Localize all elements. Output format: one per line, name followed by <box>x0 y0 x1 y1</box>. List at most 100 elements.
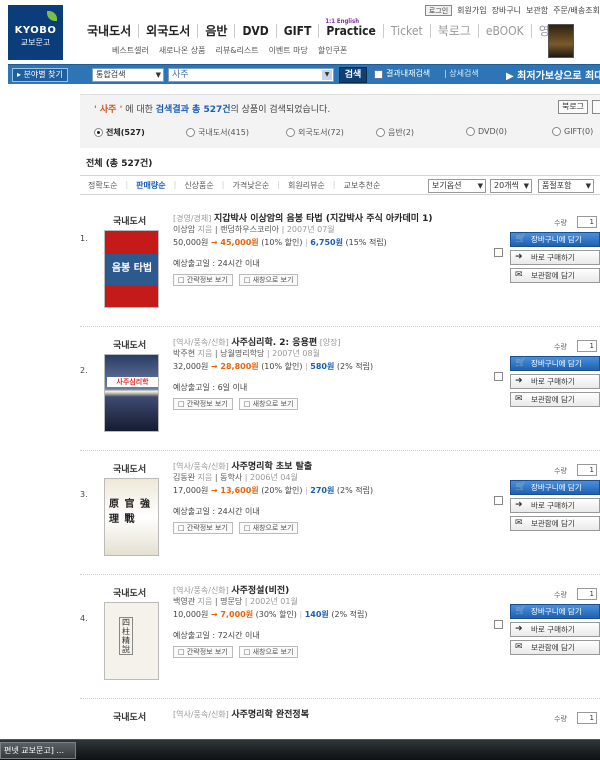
buy-now-button[interactable]: ➜ 바로 구매하기 <box>510 622 600 637</box>
sort-accuracy[interactable]: 정확도순 <box>88 180 117 191</box>
select-checkbox[interactable] <box>494 248 503 257</box>
add-to-cart-button[interactable]: 🛒 장바구니에 담기 <box>510 604 600 619</box>
view-option-select[interactable]: 보기옵션 ▼ <box>428 179 486 193</box>
book-cover[interactable]: 사주심리학 <box>104 354 159 432</box>
summary-view-button[interactable]: □ 간략정보 보기 <box>173 522 233 534</box>
search-input[interactable]: 사주 ▼ <box>168 68 334 82</box>
add-to-locker-button[interactable]: ✉ 보관함에 담기 <box>510 392 600 407</box>
add-to-cart-button[interactable]: 🛒 장바구니에 담기 <box>510 232 600 247</box>
new-window-button[interactable]: □ 새창으로 보기 <box>238 398 299 410</box>
detail-search-link[interactable]: | 상세검색 <box>444 68 479 79</box>
sort-reviews[interactable]: 회원리뷰순 <box>288 180 325 191</box>
summary-view-button[interactable]: □ 간략정보 보기 <box>173 646 233 658</box>
summary-view-button[interactable]: □ 간략정보 보기 <box>173 398 233 410</box>
select-checkbox[interactable] <box>494 496 503 505</box>
author-name[interactable]: 김동완 <box>173 473 195 482</box>
search-button[interactable]: 검색 <box>339 67 367 83</box>
book-cover[interactable]: 四柱精說 <box>104 602 159 680</box>
signup-link[interactable]: 회원가입 <box>457 5 486 16</box>
publisher-name[interactable]: 명문당 <box>220 597 242 606</box>
shipping-info: 예상출고일 : 72시간 이내 <box>173 631 260 640</box>
add-to-locker-button[interactable]: ✉ 보관함에 담기 <box>510 516 600 531</box>
nav-domestic-books[interactable]: 국내도서 <box>80 24 138 38</box>
taskbar-window-button[interactable]: 편넷 교보문고] ... <box>0 742 76 759</box>
add-to-locker-button[interactable]: ✉ 보관함에 담기 <box>510 268 600 283</box>
in-results-checkbox[interactable] <box>374 70 383 79</box>
kyobo-logo[interactable]: KYOBO 교보문고 <box>8 5 63 60</box>
subnav-new[interactable]: 새로나온 상품 <box>159 45 206 56</box>
subnav-events[interactable]: 이벤트 마당 <box>269 45 308 56</box>
new-window-button[interactable]: □ 새창으로 보기 <box>238 274 299 286</box>
add-to-cart-button[interactable]: 🛒 장바구니에 담기 <box>510 480 600 495</box>
points: 580원 <box>310 362 335 371</box>
book-cover[interactable]: 原 官 強 理 戰 <box>104 478 159 556</box>
nav-dvd[interactable]: DVD <box>234 24 275 38</box>
nav-booklog[interactable]: 북로그 <box>429 24 478 38</box>
result-title[interactable]: 사주명리학 완전정복 <box>231 710 309 720</box>
booklog-button[interactable]: 북로그 <box>558 100 588 114</box>
author-name[interactable]: 백영관 <box>173 597 195 606</box>
buy-now-button[interactable]: ➜ 바로 구매하기 <box>510 498 600 513</box>
stock-filter-select[interactable]: 품절포함 ▼ <box>538 179 594 193</box>
nav-practice[interactable]: 1:1 English Practice <box>318 18 383 38</box>
author-name[interactable]: 박주현 <box>173 349 195 358</box>
total-count: 전체 (총 527건) <box>86 159 153 169</box>
result-summary: ' 사주 ' 에 대한 검색결과 총 527건의 상품이 검색되었습니다. 북로… <box>80 94 600 148</box>
select-checkbox[interactable] <box>494 372 503 381</box>
sort-newest[interactable]: 신상품순 <box>184 180 213 191</box>
result-title[interactable]: 사주정설(비전) <box>231 586 289 596</box>
summary-view-button[interactable]: □ 간략정보 보기 <box>173 274 233 286</box>
sort-sales[interactable]: 판매량순 <box>136 180 165 191</box>
new-window-button[interactable]: □ 새창으로 보기 <box>238 646 299 658</box>
subnav-coupons[interactable]: 할인쿠폰 <box>318 45 347 56</box>
cart-link[interactable]: 장바구니 <box>492 5 521 16</box>
sort-recommended[interactable]: 교보추천순 <box>344 180 381 191</box>
banner-thumbnail[interactable] <box>548 24 574 58</box>
author-name[interactable]: 이상암 <box>173 225 195 234</box>
book-cover[interactable]: 음봉 타법 <box>104 230 159 308</box>
chevron-down-icon[interactable]: ▼ <box>322 70 332 80</box>
add-to-cart-button[interactable]: 🛒 장바구니에 담기 <box>510 356 600 371</box>
sort-lowest-price[interactable]: 가격낮은순 <box>232 180 269 191</box>
new-window-button[interactable]: □ 새창으로 보기 <box>238 522 299 534</box>
subnav-bestseller[interactable]: 베스트셀러 <box>112 45 149 56</box>
category-find-button[interactable]: ▸ 분야별 찾기 <box>12 68 68 82</box>
filter-dvd[interactable]: DVD(0) <box>466 127 507 136</box>
login-button[interactable]: 로그인 <box>424 4 453 16</box>
points: 140원 <box>304 610 329 619</box>
result-title[interactable]: 사주심리학. 2: 응용편 <box>231 338 317 348</box>
select-checkbox[interactable] <box>494 620 503 629</box>
quantity-input[interactable]: 1 <box>577 588 597 600</box>
filter-all[interactable]: 전체(527) <box>94 127 145 138</box>
locker-link[interactable]: 보관함 <box>526 5 548 16</box>
nav-music[interactable]: 음반 <box>197 24 234 38</box>
per-page-select[interactable]: 20개씩 ▼ <box>490 179 532 193</box>
nav-ticket[interactable]: Ticket <box>382 24 430 38</box>
quantity-input[interactable]: 1 <box>577 464 597 476</box>
nav-foreign-books[interactable]: 외국도서 <box>138 24 197 38</box>
sub-nav: 베스트셀러 새로나온 상품 리뷰&리스트 이벤트 마당 할인쿠폰 <box>112 45 347 56</box>
quantity-input[interactable]: 1 <box>577 216 597 228</box>
result-title[interactable]: 지갑박사 이상암의 음봉 타법 (지갑박사 주식 아카데미 1) <box>214 214 433 224</box>
search-scope-select[interactable]: 통합검색 ▼ <box>92 68 164 82</box>
quantity-input[interactable]: 1 <box>577 712 597 724</box>
filter-music[interactable]: 음반(2) <box>376 127 414 138</box>
quantity-input[interactable]: 1 <box>577 340 597 352</box>
nav-gift[interactable]: GIFT <box>275 24 319 38</box>
publisher-name[interactable]: 랜덤하우스코리아 <box>220 225 279 234</box>
buy-now-button[interactable]: ➜ 바로 구매하기 <box>510 250 600 265</box>
extra-button[interactable] <box>592 100 600 114</box>
filter-foreign[interactable]: 외국도서(72) <box>286 127 344 138</box>
filter-gift[interactable]: GIFT(0) <box>552 127 593 136</box>
publisher-name[interactable]: 동학사 <box>220 473 242 482</box>
add-to-locker-button[interactable]: ✉ 보관함에 담기 <box>510 640 600 655</box>
buy-now-button[interactable]: ➜ 바로 구매하기 <box>510 374 600 389</box>
order-tracking-link[interactable]: 주문/배송조회 <box>553 5 600 16</box>
nav-ebook[interactable]: eBOOK <box>477 24 531 38</box>
result-price: 50,000원 → 45,000원 (10% 할인) | 6,750원 (15%… <box>173 238 387 247</box>
result-title[interactable]: 사주명리학 초보 탈출 <box>231 462 312 472</box>
subnav-reviews[interactable]: 리뷰&리스트 <box>216 45 259 56</box>
filter-domestic[interactable]: 국내도서(415) <box>186 127 249 138</box>
publisher-name[interactable]: 낭월명리학당 <box>220 349 264 358</box>
promo-banner[interactable]: ▶ 최저가보상으로 최대 만 <box>506 67 600 82</box>
